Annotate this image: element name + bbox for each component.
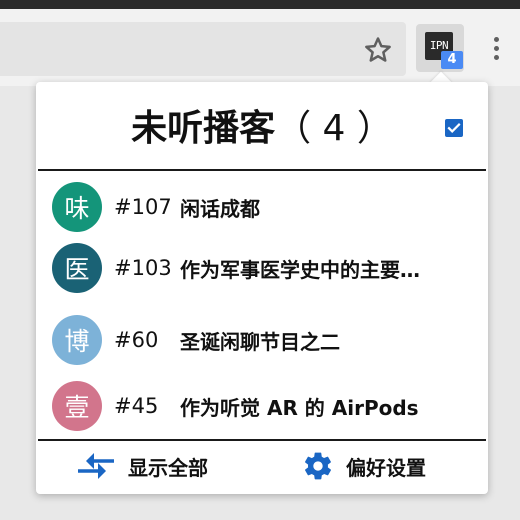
extension-badge: 4 (441, 51, 463, 69)
episode-title: 闲话成都 (180, 196, 260, 221)
episode-item[interactable]: 医 #103 作为军事医学史中的主要… (52, 241, 482, 295)
header-divider (38, 169, 486, 171)
star-outline-icon[interactable] (358, 30, 398, 70)
show-all-button[interactable]: 显示全部 (76, 448, 208, 484)
episode-title: 圣诞闲聊节目之二 (180, 329, 340, 354)
episode-item[interactable]: 博 #60 圣诞闲聊节目之二 (52, 313, 482, 367)
episode-item[interactable]: 壹 #45 作为听觉 AR 的 AirPods (52, 379, 482, 433)
podcast-avatar: 医 (52, 243, 102, 293)
select-all-checkbox[interactable] (445, 119, 463, 137)
extension-button[interactable]: IPN 4 (416, 24, 464, 72)
episode-item[interactable]: 味 #107 闲话成都 (52, 180, 482, 234)
tab-strip (0, 0, 520, 9)
episode-number: #107 (114, 195, 172, 219)
address-bar[interactable] (0, 22, 406, 76)
preferences-button[interactable]: 偏好设置 (302, 448, 426, 484)
menu-dot (493, 54, 499, 60)
preferences-label: 偏好设置 (346, 455, 426, 480)
swap-arrows-icon (78, 453, 114, 479)
checkmark-icon (447, 123, 461, 133)
episode-number: #45 (114, 394, 159, 418)
podcast-avatar: 味 (52, 182, 102, 232)
episode-title: 作为军事医学史中的主要… (180, 257, 420, 282)
menu-dot (493, 36, 499, 42)
vertical-dots-icon[interactable] (476, 28, 516, 68)
episode-number: #103 (114, 256, 172, 280)
footer-divider (38, 439, 486, 441)
episode-title: 作为听觉 AR 的 AirPods (180, 395, 419, 420)
popup-title-text: 未听播客 (131, 108, 276, 149)
podcast-popup: 未听播客（ 4 ） 味 #107 闲话成都 医 #103 作为军事医学史中的主要… (36, 82, 488, 494)
popup-title: 未听播客（ 4 ） (36, 104, 488, 154)
podcast-avatar: 壹 (52, 381, 102, 431)
show-all-label: 显示全部 (128, 455, 208, 480)
unplayed-count: （ 4 ） (275, 108, 393, 149)
menu-dot (493, 45, 499, 51)
podcast-avatar: 博 (52, 315, 102, 365)
gear-icon (305, 452, 331, 480)
episode-number: #60 (114, 328, 159, 352)
